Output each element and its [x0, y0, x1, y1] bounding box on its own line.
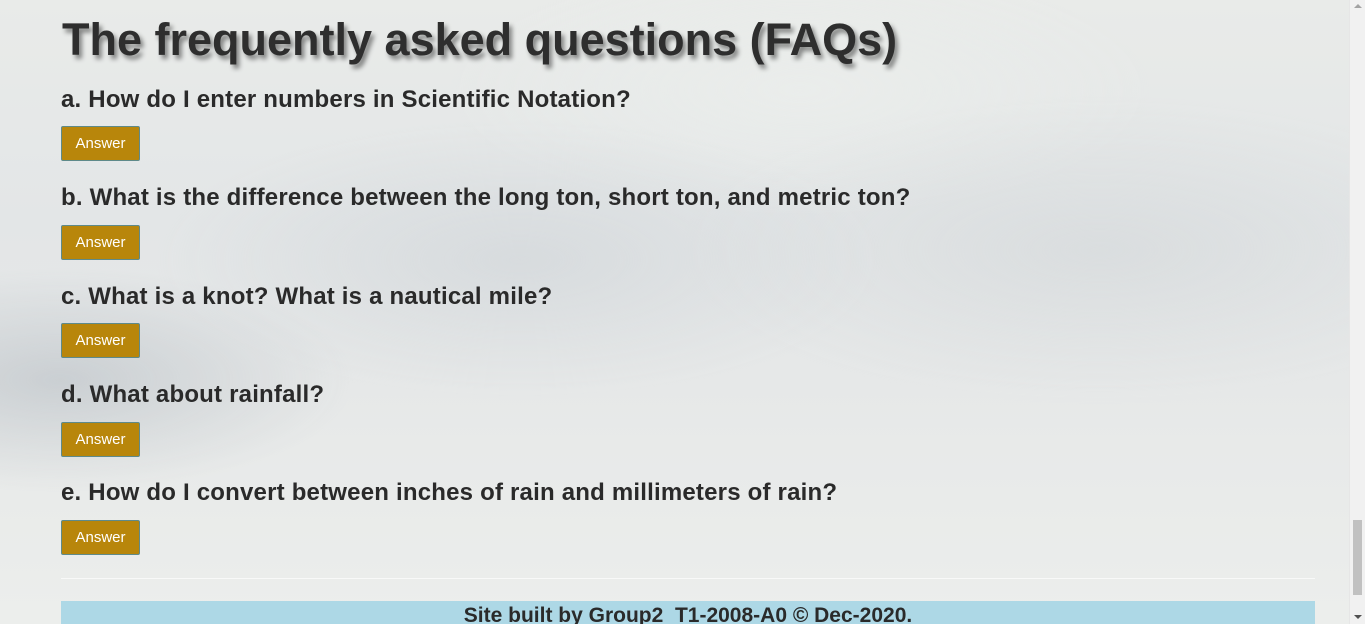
- scroll-up-arrow-icon[interactable]: [1354, 4, 1362, 8]
- answer-button-d[interactable]: Answer: [61, 422, 140, 457]
- scrollbar-thumb[interactable]: [1353, 520, 1362, 595]
- answer-button-e[interactable]: Answer: [61, 520, 140, 555]
- answer-button-c[interactable]: Answer: [61, 323, 140, 358]
- answer-button-a[interactable]: Answer: [61, 126, 140, 161]
- vertical-scrollbar[interactable]: [1349, 0, 1365, 624]
- answer-button-b[interactable]: Answer: [61, 225, 140, 260]
- page-title: The frequently asked questions (FAQs): [62, 14, 898, 65]
- faq-question-a: a. How do I enter numbers in Scientific …: [61, 86, 631, 113]
- faq-question-b: b. What is the difference between the lo…: [61, 184, 911, 211]
- faq-page: The frequently asked questions (FAQs) a.…: [0, 0, 1349, 624]
- footer-text: Site built by Group2 T1-2008-A0 © Dec-20…: [463, 604, 913, 624]
- footer-divider: [61, 578, 1315, 579]
- faq-question-c: c. What is a knot? What is a nautical mi…: [61, 283, 553, 310]
- footer: Site built by Group2 T1-2008-A0 © Dec-20…: [61, 601, 1315, 624]
- faq-question-d: d. What about rainfall?: [61, 381, 325, 408]
- scroll-down-arrow-icon[interactable]: [1354, 615, 1362, 619]
- faq-question-e: e. How do I convert between inches of ra…: [61, 479, 838, 506]
